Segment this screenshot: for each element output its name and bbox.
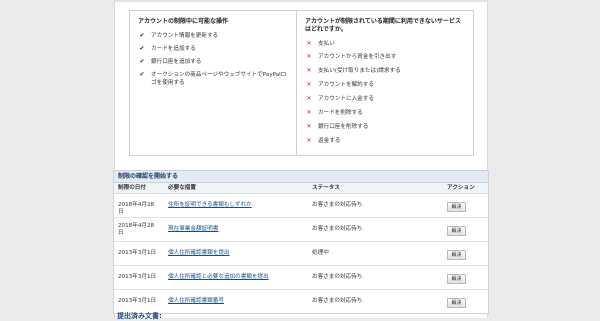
blocked-item: ✕ 銀行口座を削除する bbox=[305, 123, 465, 131]
allowed-item-label: オークションの商品ページやウェブサイトでPayPalロゴを使用する bbox=[151, 72, 287, 86]
resolve-button[interactable]: 解決 bbox=[447, 202, 466, 212]
row-date: 2013年3月1日 bbox=[118, 274, 157, 280]
blocked-item-label: アカウントに入金する bbox=[318, 96, 374, 102]
required-action-link[interactable]: 現在事業金額証明書 bbox=[168, 226, 313, 233]
resolve-button[interactable]: 解決 bbox=[447, 274, 466, 284]
cross-icon: ✕ bbox=[306, 40, 312, 47]
row-status: お客さまの対応待ち bbox=[312, 226, 363, 232]
blocked-item: ✕ 支払い(受け取りまたは)請求する bbox=[305, 67, 465, 75]
check-icon: ✔ bbox=[139, 45, 145, 52]
panel-title: 制限の確認を開始する bbox=[114, 171, 488, 183]
required-action-link[interactable]: 個人住所確認と必要な追加の書類を提出 bbox=[168, 274, 313, 281]
resolve-button[interactable]: 解決 bbox=[447, 226, 466, 236]
cross-icon: ✕ bbox=[306, 81, 312, 88]
blocked-item-label: 銀行口座を削除する bbox=[318, 124, 369, 130]
allowed-operations-heading: アカウントの制限中に可能な操作 bbox=[138, 18, 229, 25]
row-status: お客さまの対応待ち bbox=[312, 202, 363, 208]
required-action-link[interactable]: 個人住所確認書類を提出 bbox=[168, 250, 313, 257]
blocked-item: ✕ アカウントに入金する bbox=[305, 95, 465, 103]
cross-icon: ✕ bbox=[306, 137, 312, 144]
cross-icon: ✕ bbox=[306, 109, 312, 116]
column-header-required-action: 必要な措置 bbox=[168, 185, 196, 191]
allowed-item: ✔ アカウント情報を更新する bbox=[138, 32, 288, 40]
blocked-item: ✕ カードを削除する bbox=[305, 109, 465, 117]
required-action-link[interactable]: 住所を証明できる書類もしずれか bbox=[168, 202, 313, 209]
row-date: 2013年3月1日 bbox=[118, 250, 157, 256]
blocked-item-label: 返金する bbox=[318, 138, 341, 144]
blocked-item-label: アカウントから資金を引き出す bbox=[318, 54, 397, 60]
row-date: 2013年3月1日 bbox=[118, 298, 157, 304]
allowed-item: ✔ オークションの商品ページやウェブサイトでPayPalロゴを使用する bbox=[138, 71, 288, 87]
table-row: 2018年4月28日 現在事業金額証明書 お客さまの対応待ち 解決 bbox=[114, 218, 488, 242]
row-date: 2018年4月28日 bbox=[118, 223, 155, 236]
allowed-item-label: カードを追加する bbox=[151, 46, 196, 52]
blocked-item: ✕ 支払い bbox=[305, 40, 465, 48]
capabilities-box: アカウントの制限中に可能な操作 ✔ アカウント情報を更新する ✔ カードを追加す… bbox=[129, 10, 474, 156]
check-icon: ✔ bbox=[139, 32, 145, 39]
row-status: 処理中 bbox=[312, 250, 329, 256]
required-action-link[interactable]: 個人住所確認書類番号 bbox=[168, 298, 313, 305]
allowed-item-label: アカウント情報を更新する bbox=[151, 33, 219, 39]
resolve-button[interactable]: 解決 bbox=[447, 250, 466, 260]
top-divider bbox=[115, 0, 487, 2]
column-header-action: アクション bbox=[447, 185, 475, 191]
cross-icon: ✕ bbox=[306, 123, 312, 130]
table-row: 2013年3月1日 個人住所確認と必要な追加の書類を提出 お客さまの対応待ち 解… bbox=[114, 266, 488, 290]
blocked-item-label: カードを削除する bbox=[318, 110, 363, 116]
row-status: お客さまの対応待ち bbox=[312, 298, 363, 304]
blocked-item: ✕ アカウントを解約する bbox=[305, 81, 465, 89]
table-row: 2018年4月28日 住所を証明できる書類もしずれか お客さまの対応待ち 解決 bbox=[114, 194, 488, 218]
check-icon: ✔ bbox=[139, 58, 145, 65]
cross-icon: ✕ bbox=[306, 95, 312, 102]
allowed-item-label: 銀行口座を追加する bbox=[151, 59, 202, 65]
limitation-review-panel: 制限の確認を開始する 制限の日付 必要な措置 ステータス アクション 2018年… bbox=[113, 170, 489, 314]
cross-icon: ✕ bbox=[306, 53, 312, 60]
allowed-item: ✔ カードを追加する bbox=[138, 45, 288, 53]
blocked-item: ✕ 返金する bbox=[305, 137, 465, 145]
column-header-date: 制限の日付 bbox=[118, 185, 146, 191]
blocked-item: ✕ アカウントから資金を引き出す bbox=[305, 53, 465, 61]
cross-icon: ✕ bbox=[306, 67, 312, 74]
submitted-documents-heading: 提出済み文書: bbox=[117, 312, 162, 320]
check-icon: ✔ bbox=[139, 71, 145, 78]
resolve-button[interactable]: 解決 bbox=[447, 298, 466, 308]
blocked-item-label: アカウントを解約する bbox=[318, 82, 374, 88]
row-date: 2018年4月28日 bbox=[118, 202, 155, 215]
table-row: 2013年3月1日 個人住所確認書類を提出 処理中 解決 bbox=[114, 242, 488, 266]
blocked-item-label: 支払い bbox=[318, 41, 335, 47]
blocked-item-label: 支払い(受け取りまたは)請求する bbox=[318, 68, 401, 74]
table-row: 2013年3月1日 個人住所確認書類番号 お客さまの対応待ち 解決 bbox=[114, 290, 488, 313]
column-header-status: ステータス bbox=[312, 185, 340, 191]
allowed-operations-column: アカウントの制限中に可能な操作 ✔ アカウント情報を更新する ✔ カードを追加す… bbox=[130, 11, 296, 155]
allowed-item: ✔ 銀行口座を追加する bbox=[138, 58, 288, 66]
blocked-services-column: アカウントが制限されている期間に利用できないサービスはどれですか。 ✕ 支払い … bbox=[297, 11, 473, 155]
row-status: お客さまの対応待ち bbox=[312, 274, 363, 280]
table-header: 制限の日付 必要な措置 ステータス アクション bbox=[114, 183, 488, 194]
blocked-services-heading: アカウントが制限されている期間に利用できないサービスはどれですか。 bbox=[305, 18, 461, 33]
